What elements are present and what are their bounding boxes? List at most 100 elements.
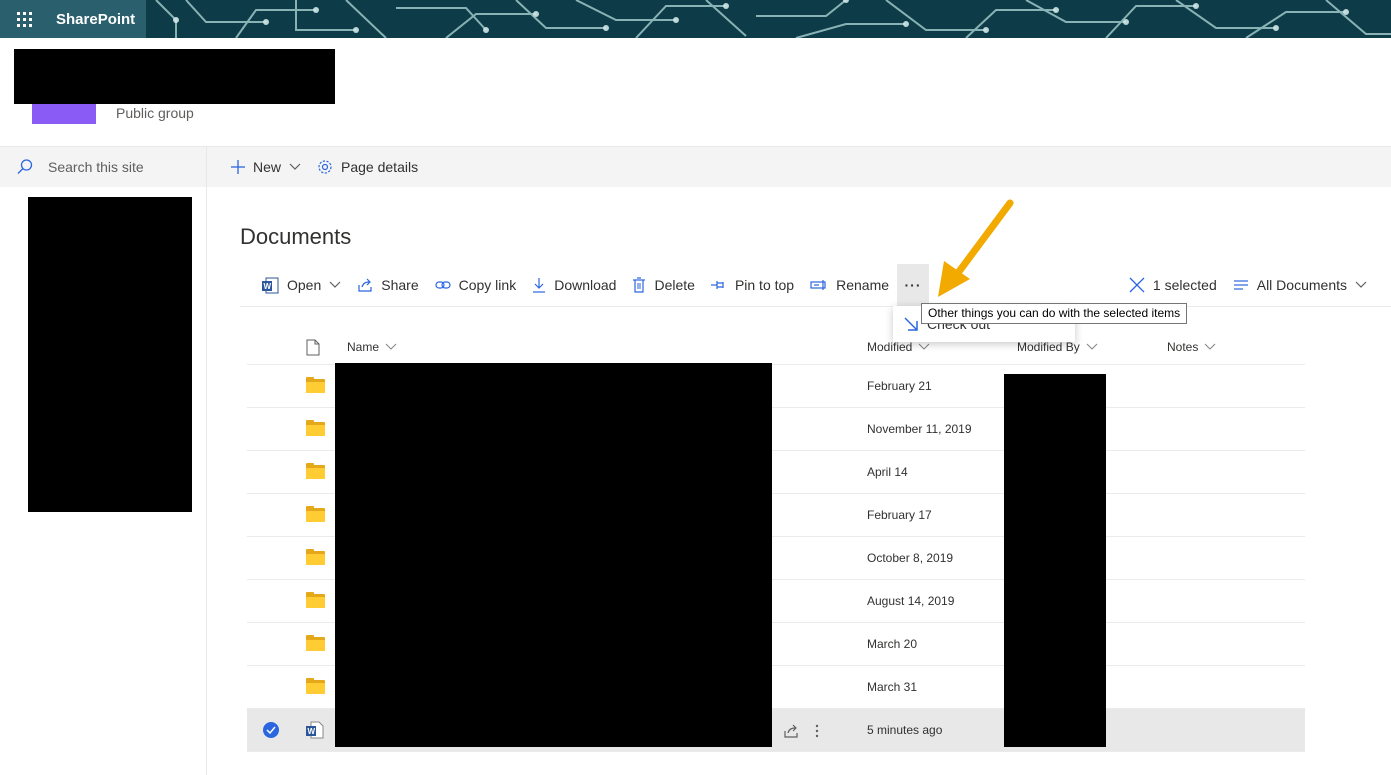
annotation-arrow-icon xyxy=(938,199,1014,297)
new-button[interactable]: New xyxy=(231,147,309,187)
page-title: Documents xyxy=(240,224,352,249)
check-out-icon xyxy=(904,317,918,331)
pin-to-top-label: Pin to top xyxy=(734,277,795,293)
chevron-down-icon xyxy=(289,163,301,170)
suite-bar: SharePoint xyxy=(0,0,1391,38)
name-column-header[interactable]: Name xyxy=(347,340,867,354)
share-button[interactable]: Share xyxy=(357,265,434,305)
name-column-label: Name xyxy=(347,340,380,354)
site-search-box[interactable] xyxy=(0,147,206,187)
site-privacy-label: Public group xyxy=(116,105,194,121)
file-type-column-header[interactable] xyxy=(294,339,347,356)
checkmark-circle-icon[interactable] xyxy=(263,722,279,738)
circuit-banner-pattern xyxy=(146,0,1391,38)
gear-icon xyxy=(318,160,332,174)
more-vertical-icon[interactable] xyxy=(815,723,819,739)
view-switcher[interactable]: All Documents xyxy=(1233,265,1383,305)
selected-count: 1 selected xyxy=(1152,277,1217,293)
svg-text:W: W xyxy=(264,282,272,291)
clear-selection-button[interactable]: 1 selected xyxy=(1129,265,1233,305)
folder-icon xyxy=(306,678,325,694)
folder-icon xyxy=(306,420,325,436)
modified-date: February 17 xyxy=(867,508,932,522)
folder-icon xyxy=(306,377,325,393)
open-button[interactable]: W Open xyxy=(262,265,357,305)
pin-icon xyxy=(710,281,724,289)
chevron-down-icon xyxy=(1086,343,1098,350)
page-details-label: Page details xyxy=(341,159,419,175)
chevron-down-icon xyxy=(1204,343,1216,350)
chevron-down-icon xyxy=(385,343,397,350)
redacted-navigation-links xyxy=(28,197,192,512)
modified-date: March 20 xyxy=(867,637,918,651)
modified-date: August 14, 2019 xyxy=(867,594,955,608)
open-label: Open xyxy=(287,277,322,293)
more-icon: ··· xyxy=(904,277,922,293)
close-icon xyxy=(1129,277,1145,293)
share-icon xyxy=(358,278,372,292)
row-actions xyxy=(783,709,819,752)
list-header: Name Modified Modified By Notes xyxy=(247,330,1305,365)
command-bar-divider xyxy=(240,306,1391,307)
file-type-icon xyxy=(306,339,320,355)
folder-icon xyxy=(306,463,325,479)
share-label: Share xyxy=(381,277,419,293)
app-launcher-area: SharePoint xyxy=(0,0,146,38)
download-label: Download xyxy=(554,277,617,293)
view-name: All Documents xyxy=(1256,277,1347,293)
delete-button[interactable]: Delete xyxy=(632,265,710,305)
modified-date: February 21 xyxy=(867,379,932,393)
page-command-bar: New Page details xyxy=(207,147,1391,187)
waffle-icon xyxy=(16,11,32,27)
modified-date: March 31 xyxy=(867,680,918,694)
modified-date: 5 minutes ago xyxy=(867,723,943,737)
folder-icon xyxy=(306,506,325,522)
redacted-site-title xyxy=(14,49,335,104)
notes-column-header[interactable]: Notes xyxy=(1167,340,1305,354)
notes-column-label: Notes xyxy=(1167,340,1199,354)
pin-to-top-button[interactable]: Pin to top xyxy=(710,265,810,305)
more-actions-button[interactable]: ··· xyxy=(897,264,930,306)
rename-label: Rename xyxy=(836,277,890,293)
site-header: Public group xyxy=(0,38,1391,147)
chevron-down-icon xyxy=(1355,281,1367,288)
page-details-button[interactable]: Page details xyxy=(317,147,426,187)
left-navigation xyxy=(0,147,207,775)
chevron-down-icon xyxy=(918,343,930,350)
modified-column-header[interactable]: Modified xyxy=(867,340,1017,354)
download-icon xyxy=(533,278,546,293)
trash-icon xyxy=(633,277,646,293)
modified-date: October 8, 2019 xyxy=(867,551,954,565)
folder-icon xyxy=(306,592,325,608)
selection-and-view-controls: 1 selected All Documents xyxy=(1129,264,1383,306)
redacted-file-names xyxy=(335,363,772,747)
svg-text:W: W xyxy=(308,727,316,736)
view-options-icon xyxy=(1233,280,1248,290)
copy-link-button[interactable]: Copy link xyxy=(435,265,533,305)
download-button[interactable]: Download xyxy=(532,265,632,305)
modified-by-column-label: Modified By xyxy=(1017,340,1080,354)
link-icon xyxy=(435,281,451,289)
new-button-label: New xyxy=(253,159,282,175)
word-document-icon: W xyxy=(306,721,324,739)
folder-icon xyxy=(306,635,325,651)
folder-icon xyxy=(306,549,325,565)
search-icon xyxy=(17,159,33,174)
app-launcher-button[interactable] xyxy=(0,0,48,38)
modified-column-label: Modified xyxy=(867,340,913,354)
rename-button[interactable]: Rename xyxy=(810,265,905,305)
share-icon[interactable] xyxy=(783,723,799,739)
redacted-modified-by xyxy=(1004,374,1106,747)
chevron-down-icon xyxy=(329,281,341,288)
row-select-cell[interactable] xyxy=(247,722,294,738)
site-logo[interactable] xyxy=(32,104,96,124)
word-icon: W xyxy=(262,277,279,293)
modified-date: April 14 xyxy=(867,465,908,479)
copy-link-label: Copy link xyxy=(458,277,517,293)
modified-by-column-header[interactable]: Modified By xyxy=(1017,340,1167,354)
modified-date: November 11, 2019 xyxy=(867,422,972,436)
sharepoint-home-link[interactable]: SharePoint xyxy=(48,11,135,28)
plus-icon xyxy=(231,160,245,174)
delete-label: Delete xyxy=(654,277,695,293)
search-input[interactable] xyxy=(48,159,198,175)
